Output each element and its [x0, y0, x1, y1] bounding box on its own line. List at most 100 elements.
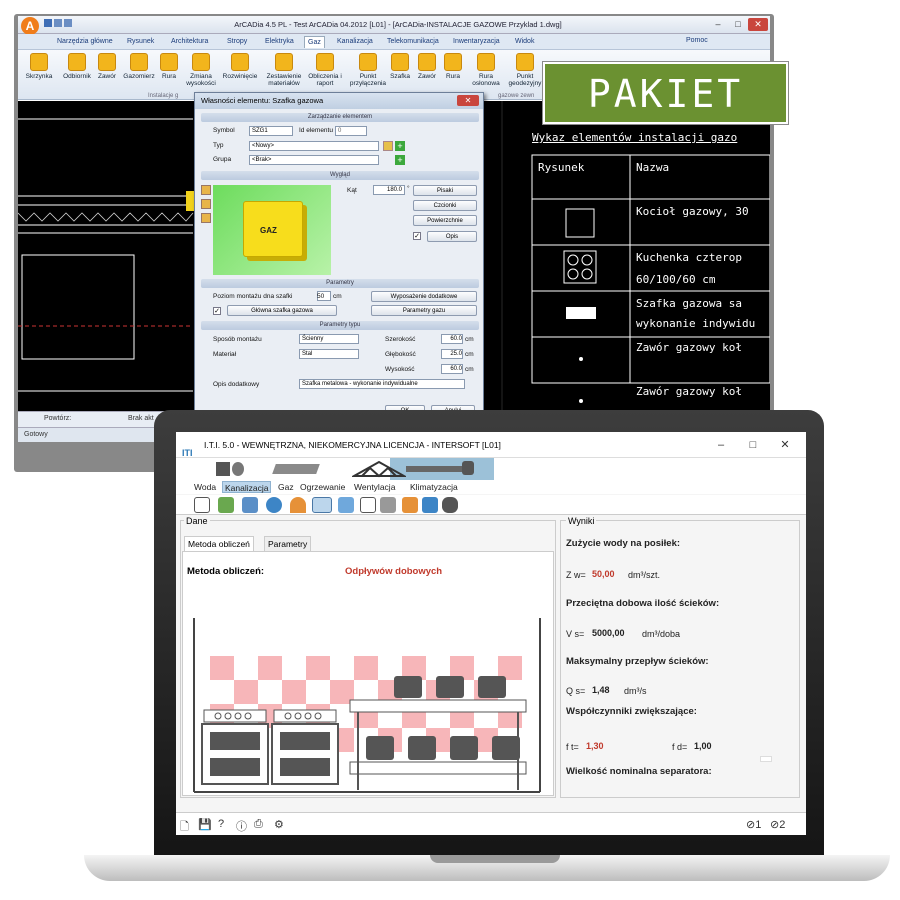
type-pick-icon[interactable] [383, 141, 393, 151]
parametry-gazu-button[interactable]: Parametry gazu [371, 305, 477, 316]
ribbon-rura-oslonowa[interactable]: Rura osłonowa [466, 53, 506, 91]
sleeve-pipe-icon [477, 53, 495, 71]
glowna-select[interactable]: Główna szafka gazowa [227, 305, 337, 316]
tank-icon[interactable] [338, 497, 354, 513]
opis-dod-label: Opis dodatkowy [213, 381, 260, 388]
material-select[interactable]: Stal [299, 349, 359, 359]
ribbon-zmiana-wysokosci[interactable]: Zmiana wysokości [182, 53, 220, 91]
building-module-icon[interactable] [270, 458, 324, 480]
ribbon-rura-2[interactable]: Rura [438, 53, 468, 91]
tab-klimatyzacja[interactable]: Klimatyzacja [408, 481, 460, 493]
poziom-field[interactable]: 50 [317, 293, 324, 300]
add-type-icon[interactable]: + [395, 141, 405, 151]
pisaki-button[interactable]: Pisaki [413, 185, 477, 196]
iti-title: I.T.I. 5.0 - WEWNĘTRZNA, NIEKOMERCYJNA L… [204, 440, 501, 450]
ribbon-zawor[interactable]: Zawór [92, 53, 122, 91]
menu-telekomunikacja[interactable]: Telekomunikacja [384, 36, 442, 48]
close-icon[interactable]: ✕ [770, 432, 800, 458]
menu-rysunek[interactable]: Rysunek [124, 36, 157, 48]
pipe-section-icon[interactable] [218, 497, 234, 513]
tab-woda[interactable]: Woda [192, 481, 218, 493]
id-field[interactable]: 0 [335, 126, 367, 136]
angle-field[interactable]: 180.0 [373, 185, 405, 195]
section-wyglad: Wygląd [201, 171, 479, 180]
valve-icon[interactable] [402, 497, 418, 513]
ribbon-rura[interactable]: Rura [154, 53, 184, 91]
tab-gaz[interactable]: Gaz [276, 481, 296, 493]
ribbon-gazomierz[interactable]: Gazomierz [120, 53, 158, 91]
opis-checkbox[interactable]: ✓ [413, 232, 421, 240]
print-icon[interactable]: ⎙ [254, 818, 263, 831]
ribbon-skrzynka[interactable]: Skrzynka [20, 53, 58, 91]
gleb-field[interactable]: 25.0 [441, 349, 463, 359]
save-icon[interactable]: 💾 [198, 818, 212, 831]
drop-icon[interactable] [266, 497, 282, 513]
powierzchnie-button[interactable]: Powierzchnie [413, 215, 477, 226]
fitting-icon[interactable] [422, 497, 438, 513]
symbol-field[interactable]: SZG1 [249, 126, 293, 136]
ribbon-punkt-geodezyjny[interactable]: Punkt geodezyjny [504, 53, 546, 91]
minimize-icon[interactable]: – [708, 18, 728, 31]
sposob-select[interactable]: Ścienny [299, 334, 359, 344]
separator-icon[interactable] [312, 497, 332, 513]
help-icon[interactable]: ? [218, 818, 224, 830]
dialog-close-icon[interactable]: ✕ [457, 95, 479, 106]
house-icon[interactable] [194, 497, 210, 513]
view-3d-icon[interactable] [201, 213, 211, 223]
czcionki-button[interactable]: Czcionki [413, 200, 477, 211]
status-repeat: Powtórz: [44, 415, 72, 422]
settings-gear-icon[interactable]: ⚙ [274, 818, 284, 831]
menu-kanalizacja[interactable]: Kanalizacja [334, 36, 376, 48]
tab-kanalizacja[interactable]: Kanalizacja [222, 481, 272, 493]
installation-module-icon[interactable] [402, 458, 482, 480]
ft-sym: f t= [566, 742, 579, 752]
pump-icon[interactable] [380, 497, 396, 513]
opis-button[interactable]: Opis [427, 231, 477, 242]
bottles-icon[interactable] [242, 497, 258, 513]
wys-field[interactable]: 60.0 [441, 364, 463, 374]
typ-field[interactable]: <Nowy> [249, 141, 379, 151]
close-icon[interactable]: ✕ [748, 18, 768, 31]
res1-unit: dm³/szt. [628, 570, 661, 580]
menu-stropy[interactable]: Stropy [224, 36, 250, 48]
cylinder-icon[interactable] [442, 497, 458, 513]
subtab-metoda[interactable]: Metoda obliczeń [184, 536, 254, 551]
glowna-checkbox[interactable]: ✓ [213, 307, 221, 315]
menu-architektura[interactable]: Architektura [168, 36, 211, 48]
menu-inwentaryzacja[interactable]: Inwentaryzacja [450, 36, 503, 48]
menu-elektryka[interactable]: Elektryka [262, 36, 297, 48]
wyposazenie-button[interactable]: Wyposażenie dodatkowe [371, 291, 477, 302]
maximize-icon[interactable]: □ [728, 18, 748, 31]
chart-icon[interactable] [360, 497, 376, 513]
info-icon[interactable]: ⓘ [236, 818, 247, 834]
menu-gaz[interactable]: Gaz [304, 36, 325, 48]
truss-module-icon[interactable] [350, 458, 408, 480]
quick-access-toolbar[interactable] [44, 19, 84, 30]
tab-wentylacja[interactable]: Wentylacja [352, 481, 397, 493]
ribbon-obliczenia[interactable]: Obliczenia i raport [306, 53, 344, 91]
arcadia-logo[interactable]: A [21, 17, 39, 35]
preview-icon[interactable] [201, 185, 211, 195]
umbrella-icon[interactable] [290, 497, 306, 513]
menu-widok[interactable]: Widok [512, 36, 537, 48]
calculator-module-icon[interactable] [212, 458, 246, 480]
view-icon[interactable] [201, 199, 211, 209]
opis-dod-field[interactable]: Szafka metalowa - wykonanie indywidualne [299, 379, 465, 389]
dialog-title: Własności elementu: Szafka gazowa [195, 93, 483, 109]
arcadia-title: ArCADia 4.5 PL - Test ArCADia 04.2012 [L… [234, 20, 562, 29]
grupa-field[interactable]: <Brak> [249, 155, 379, 165]
maximize-icon[interactable]: □ [738, 432, 768, 458]
new-file-icon[interactable]: 🗋 [180, 818, 189, 835]
subtab-parametry[interactable]: Parametry [264, 536, 312, 551]
method-value[interactable]: Odpływów dobowych [345, 566, 442, 577]
menu-narzedzia[interactable]: Narzędzia główne [54, 36, 116, 48]
szer-field[interactable]: 60.0 [441, 334, 463, 344]
add-group-icon[interactable]: + [395, 155, 405, 165]
minimize-icon[interactable]: – [706, 432, 736, 458]
ribbon-odbiornik[interactable]: Odbiornik [58, 53, 96, 91]
ribbon-rozwiniecie[interactable]: Rozwinięcie [218, 53, 262, 91]
ribbon-zestawienie[interactable]: Zestawienie materiałów [262, 53, 306, 91]
help-menu[interactable]: Pomoc [686, 37, 708, 44]
res3-title: Maksymalny przepływ ścieków: [566, 656, 709, 667]
tab-ogrzewanie[interactable]: Ogrzewanie [298, 481, 347, 493]
